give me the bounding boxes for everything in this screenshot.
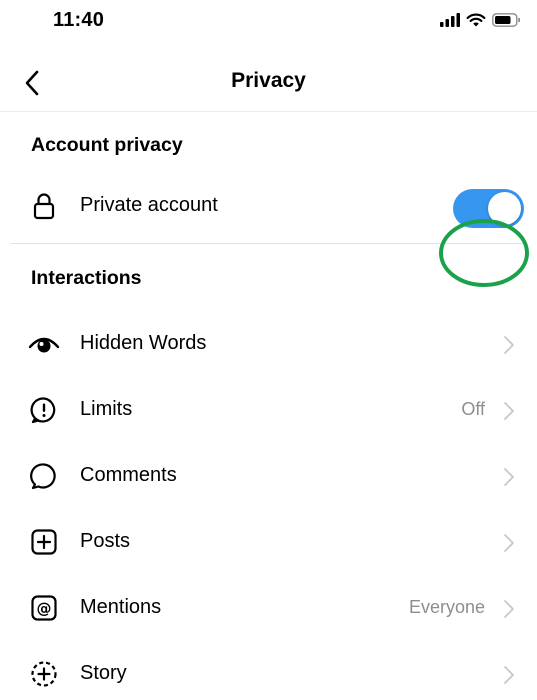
story-row[interactable]: Story [0,648,537,700]
status-bar: 11:40 [0,0,537,44]
limits-icon [28,394,60,426]
add-story-icon [28,658,60,690]
chevron-right-icon [504,336,514,354]
section-header-interactions: Interactions [31,267,142,289]
section-header-account-privacy: Account privacy [31,134,183,156]
private-account-label: Private account [80,194,218,216]
private-account-toggle[interactable] [453,189,524,228]
posts-label: Posts [80,530,131,552]
toggle-knob [488,192,521,225]
chevron-right-icon [504,600,514,618]
mentions-label: Mentions [80,596,162,618]
hidden-words-row[interactable]: Hidden Words [0,318,537,370]
page-title: Privacy [231,69,306,92]
status-icons [440,11,521,29]
svg-text:@: @ [37,600,52,618]
chevron-right-icon [504,468,514,486]
comments-row[interactable]: Comments [0,450,537,502]
limits-value: Off [461,399,485,419]
chevron-right-icon [504,534,514,552]
at-sign-icon: @ [28,592,60,624]
nav-bar: Privacy [0,55,537,112]
limits-row[interactable]: Limits Off [0,384,537,436]
comments-label: Comments [80,464,177,486]
cellular-signal-icon [440,13,460,27]
mentions-value: Everyone [408,597,485,617]
add-post-icon [28,526,60,558]
mentions-row[interactable]: @ Mentions Everyone [0,582,537,634]
lock-icon [28,190,60,222]
eye-icon [28,328,60,360]
hidden-words-label: Hidden Words [80,332,207,354]
story-label: Story [80,662,127,684]
chevron-right-icon [504,402,514,420]
comment-bubble-icon [28,460,60,492]
chevron-right-icon [504,666,514,684]
status-time: 11:40 [53,9,105,31]
divider [10,243,527,244]
posts-row[interactable]: Posts [0,516,537,568]
battery-icon [492,13,520,27]
limits-label: Limits [80,398,133,420]
wifi-icon [466,13,486,26]
